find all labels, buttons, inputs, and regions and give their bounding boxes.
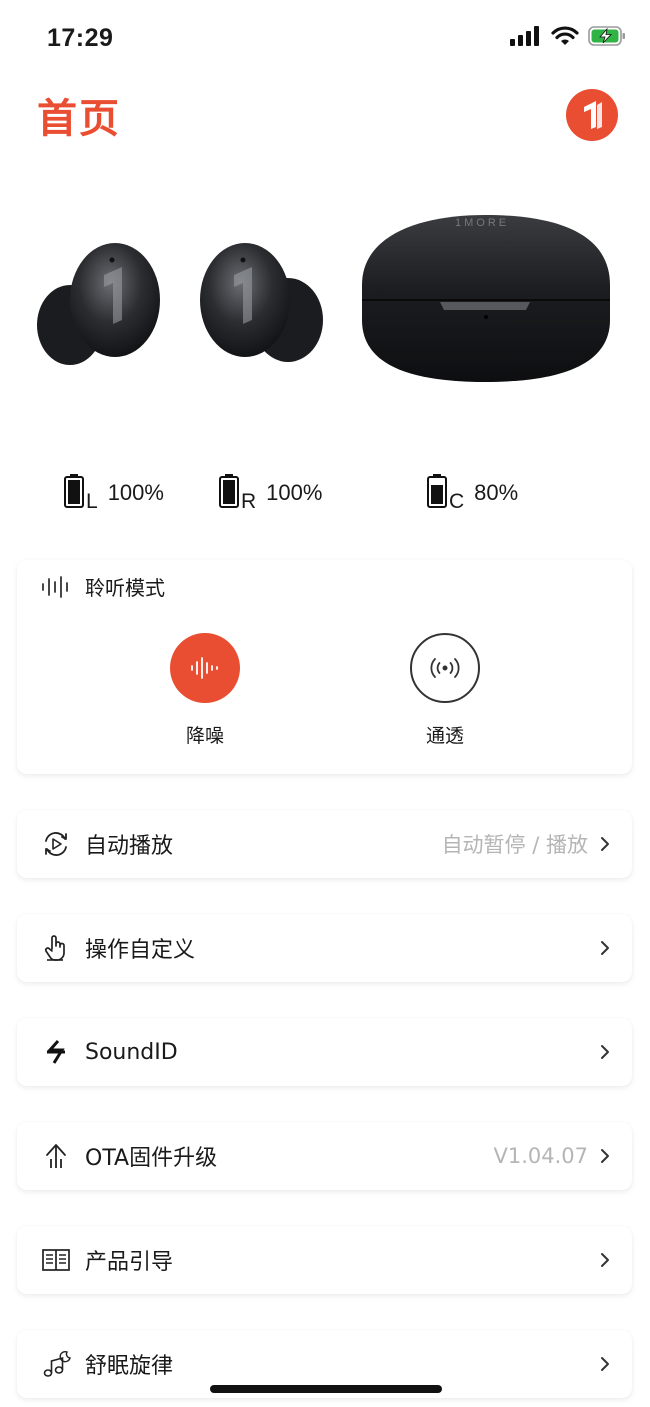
chevron-right-icon <box>601 1045 609 1059</box>
battery-right-icon <box>219 474 239 508</box>
home-indicator[interactable] <box>210 1385 442 1393</box>
noise-cancelling-icon <box>191 657 218 679</box>
battery-case-percent: 80% <box>474 480 519 505</box>
chevron-right-icon <box>601 941 609 955</box>
battery-case-label: C <box>449 490 465 513</box>
listening-mode-card: 聆听模式 降噪 通透 <box>17 560 632 774</box>
chevron-right-icon <box>601 1253 609 1267</box>
noise-cancelling-circle[interactable] <box>170 633 240 703</box>
menu-item-soundid[interactable]: SoundID <box>17 1018 632 1086</box>
menu-label-custom-controls: 操作自定义 <box>85 938 196 963</box>
listening-mode-title: 聆听模式 <box>85 576 165 600</box>
soundid-icon <box>41 1037 71 1067</box>
firmware-upgrade-icon <box>41 1141 71 1171</box>
svg-text:1MORE: 1MORE <box>455 217 509 229</box>
menu-item-product-guide[interactable]: 产品引导 <box>17 1226 632 1294</box>
auto-play-icon <box>41 829 71 859</box>
cellular-signal-icon <box>510 26 539 46</box>
earbuds-illustration: 1MORE <box>37 215 610 382</box>
listening-mode-header: 聆听模式 <box>41 572 165 601</box>
battery-charging-icon <box>588 26 625 46</box>
battery-right-percent: 100% <box>266 480 323 505</box>
chevron-right-icon <box>601 837 609 851</box>
menu-label-sleep-melody: 舒眠旋律 <box>85 1354 174 1379</box>
menu-label-auto-play: 自动播放 <box>85 834 174 859</box>
menu-item-ota-upgrade[interactable]: OTA固件升级 V1.04.07 <box>17 1122 632 1190</box>
transparency-broadcast-icon <box>430 658 460 678</box>
battery-right-label: R <box>241 490 257 513</box>
brand-logo-icon <box>584 101 602 129</box>
status-bar: 17:29 <box>0 0 650 80</box>
chevron-right-icon <box>601 1149 609 1163</box>
mode-noise-cancelling-button[interactable]: 降噪 <box>170 633 240 748</box>
status-time: 17:29 <box>47 24 114 52</box>
menu-value-auto-play: 自动暂停 / 播放 <box>441 833 588 857</box>
book-icon <box>41 1245 71 1275</box>
noise-cancelling-label: 降噪 <box>185 725 224 747</box>
page-title: 首页 <box>37 96 121 142</box>
wifi-icon <box>551 26 579 45</box>
battery-left: L 100% <box>64 474 164 513</box>
battery-case-icon <box>427 474 447 508</box>
menu-label-ota-upgrade: OTA固件升级 <box>85 1146 218 1171</box>
hand-pointer-icon <box>41 933 71 963</box>
product-image: 1MORE <box>0 190 650 420</box>
transparency-label: 通透 <box>425 725 464 747</box>
menu-item-auto-play[interactable]: 自动播放 自动暂停 / 播放 <box>17 810 632 878</box>
battery-case: C 80% <box>427 474 519 513</box>
transparency-circle[interactable] <box>410 633 480 703</box>
chevron-right-icon <box>601 1357 609 1371</box>
menu-value-firmware-version: V1.04.07 <box>493 1144 588 1168</box>
battery-right: R 100% <box>219 474 323 513</box>
sound-wave-icon <box>42 575 68 598</box>
battery-status-row: L 100% R 100% C 80% <box>0 474 650 518</box>
battery-left-label: L <box>86 490 98 513</box>
battery-left-icon <box>64 474 84 508</box>
sleep-music-icon <box>41 1349 71 1379</box>
menu-label-product-guide: 产品引导 <box>85 1250 174 1275</box>
brand-logo-button[interactable] <box>566 89 618 141</box>
menu-item-custom-controls[interactable]: 操作自定义 <box>17 914 632 982</box>
mode-transparency-button[interactable]: 通透 <box>410 633 480 748</box>
menu-label-soundid: SoundID <box>85 1039 178 1065</box>
status-icons <box>510 26 626 46</box>
battery-left-percent: 100% <box>107 480 164 505</box>
